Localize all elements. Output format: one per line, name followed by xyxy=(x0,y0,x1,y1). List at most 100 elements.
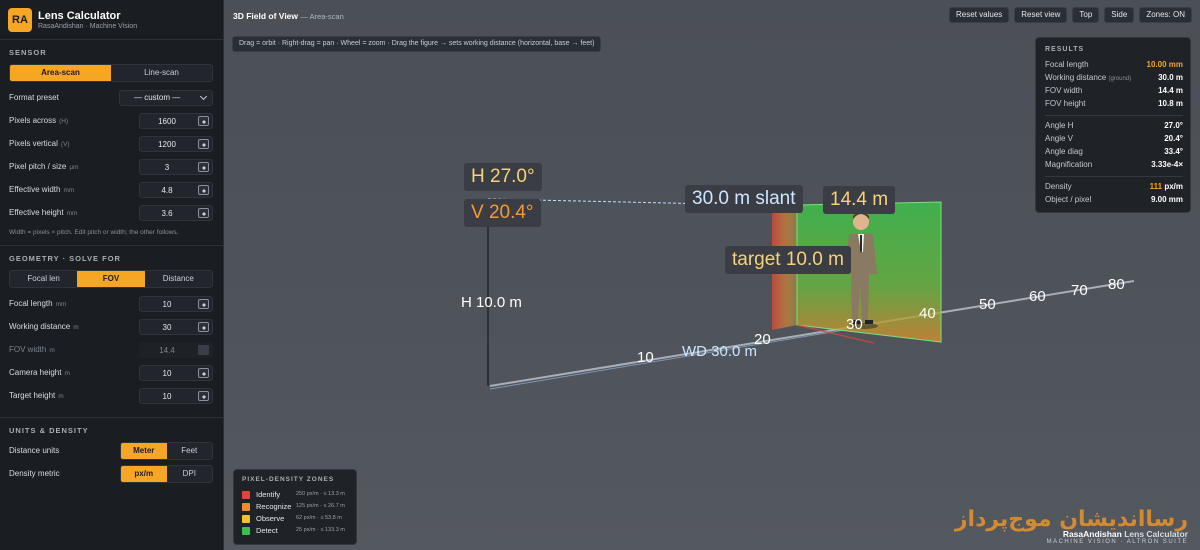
px-per-m-button[interactable]: px/m xyxy=(121,466,167,482)
geometry-section-title: GEOMETRY · SOLVE FOR xyxy=(9,254,121,263)
spinner-icon[interactable] xyxy=(198,322,209,332)
pixels-vertical-input[interactable]: 1200 xyxy=(139,136,213,152)
divider xyxy=(0,39,224,40)
wd-label: WD 30.0 m xyxy=(682,343,758,360)
field-value: 10 xyxy=(162,369,172,378)
watermark-product: Lens Calculator xyxy=(1121,529,1188,539)
app-title: Lens Calculator xyxy=(38,10,121,22)
tick-label: 60 xyxy=(1029,288,1046,305)
spinner-icon[interactable] xyxy=(198,368,209,378)
camera-height-row: Camera height m 10 xyxy=(9,365,213,381)
focal-length-input[interactable]: 10 xyxy=(139,296,213,312)
spinner-icon[interactable] xyxy=(198,208,209,218)
area-scan-button[interactable]: Area-scan xyxy=(10,65,111,81)
results-title: RESULTS xyxy=(1045,46,1085,53)
spinner-icon[interactable] xyxy=(198,299,209,309)
target-height-row: Target height m 10 xyxy=(9,388,213,404)
field-value: 14.4 xyxy=(159,346,175,355)
zone-item-identify: Identify 250 px/m · ≤ 13.3 m xyxy=(242,490,354,500)
solve-for-toggle: Focal len FOV Distance xyxy=(9,270,213,288)
pixel-pitch-label: Pixel pitch / size xyxy=(9,162,67,171)
slant-label: 30.0 m slant xyxy=(685,185,803,213)
density-unit: px/m xyxy=(1164,182,1183,191)
scan-mode-toggle: Area-scan Line-scan xyxy=(9,64,213,82)
divider xyxy=(1045,115,1183,116)
zone-name: Detect xyxy=(256,526,278,535)
sensor-section-title: SENSOR xyxy=(9,48,47,57)
tick-label: 70 xyxy=(1071,282,1088,299)
field-value: 3 xyxy=(164,163,170,172)
unit-label: m xyxy=(64,370,70,377)
tick-label: 30 xyxy=(846,316,863,333)
pixel-pitch-input[interactable]: 3 xyxy=(139,159,213,175)
zone-detail: 62 px/m · ≤ 53.8 m xyxy=(296,515,342,521)
result-row: Angle diag 33.4° xyxy=(1045,147,1183,158)
effective-width-input[interactable]: 4.8 xyxy=(139,182,213,198)
format-preset-value: — custom — xyxy=(134,93,181,102)
effective-height-row: Effective height mm 3.6 xyxy=(9,205,213,221)
spinner-icon[interactable] xyxy=(198,116,209,126)
zone-swatch xyxy=(242,515,250,523)
format-preset-select[interactable]: — custom — xyxy=(119,90,213,106)
density-zones-legend: PIXEL-DENSITY ZONES Identify 250 px/m · ≤… xyxy=(233,469,357,545)
working-distance-input[interactable]: 30 xyxy=(139,319,213,335)
top-view-button[interactable]: Top xyxy=(1072,7,1100,23)
tick-label: 10 xyxy=(637,349,654,366)
result-value: 33.4° xyxy=(1164,147,1183,156)
tick-label: 20 xyxy=(754,331,771,348)
viewport-title: 3D Field of View — Area-scan xyxy=(233,11,344,21)
spinner-icon[interactable] xyxy=(198,139,209,149)
watermark-subtitle: MACHINE VISION · ALTRON SUITE xyxy=(1046,539,1188,545)
line-scan-button[interactable]: Line-scan xyxy=(111,65,212,81)
reset-view-button[interactable]: Reset view xyxy=(1014,7,1068,23)
camera-height-input[interactable]: 10 xyxy=(139,365,213,381)
3d-viewport[interactable]: 3D Field of View — Area-scan Reset value… xyxy=(224,0,1200,550)
density-value: 111 xyxy=(1149,182,1163,191)
density-metric-toggle: px/m DPI xyxy=(120,465,213,483)
effective-height-label: Effective height xyxy=(9,208,64,217)
fov-width-row: FOV width m 14.4 xyxy=(9,342,213,358)
viewport-title-text: 3D Field of View xyxy=(233,11,299,21)
dpi-button[interactable]: DPI xyxy=(167,466,213,482)
effective-height-input[interactable]: 3.6 xyxy=(139,205,213,221)
spinner-icon[interactable] xyxy=(198,162,209,172)
result-row: Object / pixel 9.00 mm xyxy=(1045,195,1183,206)
unit-label: (V) xyxy=(60,141,70,148)
result-row: Focal length 10.00 mm xyxy=(1045,60,1183,71)
target-label: target 10.0 m xyxy=(725,246,851,274)
wd-line xyxy=(489,329,845,390)
side-view-button[interactable]: Side xyxy=(1104,7,1135,23)
solve-fov-button[interactable]: FOV xyxy=(77,271,145,287)
target-height-input[interactable]: 10 xyxy=(139,388,213,404)
zone-item-recognize: Recognize 125 px/m · ≤ 26.7 m xyxy=(242,502,354,512)
zone-detail: 250 px/m · ≤ 13.3 m xyxy=(296,491,345,497)
interaction-hint: Drag = orbit · Right-drag = pan · Wheel … xyxy=(232,36,602,52)
brand: RA Lens Calculator RasaAndishan · Machin… xyxy=(8,8,218,36)
zones-title: PIXEL-DENSITY ZONES xyxy=(242,476,335,483)
result-key: Focal length xyxy=(1045,60,1089,69)
result-value: 10.8 m xyxy=(1158,99,1183,108)
zone-item-detect: Detect 25 px/m · ≤ 133.3 m xyxy=(242,526,354,536)
zone-swatch xyxy=(242,527,250,535)
fov-width-label: 14.4 m xyxy=(823,186,896,214)
pixels-across-input[interactable]: 1600 xyxy=(139,113,213,129)
result-key: Object / pixel xyxy=(1045,195,1092,204)
feet-button[interactable]: Feet xyxy=(167,443,213,459)
tick-label: 40 xyxy=(919,305,936,322)
result-row: Magnification 3.33e-4× xyxy=(1045,160,1183,171)
effective-width-label: Effective width xyxy=(9,185,61,194)
zones-toggle-button[interactable]: Zones: ON xyxy=(1139,7,1192,23)
meter-button[interactable]: Meter xyxy=(121,443,167,459)
view-toolbar: Reset values Reset view Top Side Zones: … xyxy=(949,7,1192,23)
working-distance-label: Working distance xyxy=(9,322,71,331)
result-key: Angle V xyxy=(1045,134,1074,143)
spinner-icon[interactable] xyxy=(198,391,209,401)
spinner-icon[interactable] xyxy=(198,185,209,195)
solve-distance-button[interactable]: Distance xyxy=(145,271,212,287)
target-height-label: Target height xyxy=(9,391,56,400)
camera-height-label: H 10.0 m xyxy=(461,294,522,311)
solve-focal-button[interactable]: Focal len xyxy=(10,271,77,287)
reset-values-button[interactable]: Reset values xyxy=(949,7,1010,23)
result-key: FOV width xyxy=(1045,86,1083,95)
field-value: 3.6 xyxy=(161,209,173,218)
